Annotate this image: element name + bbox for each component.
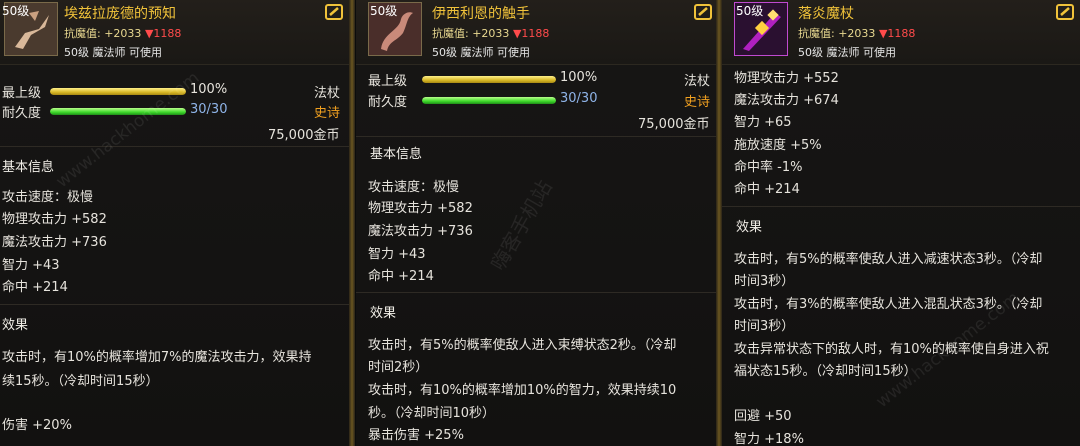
effect-title: 效果 [2,318,29,333]
effect-line: 时间2秒） [368,360,429,375]
stat-line: 物理攻击力 +582 [2,212,107,227]
divider [0,146,349,147]
item-tooltip-1: 50级 埃兹拉庞德的预知 抗魔值: +2033 ▼1188 50级 魔法师 可使… [0,0,349,446]
stat-line: 攻击速度：极慢 [2,190,94,205]
item-tooltip-3: 50级 落炎魔杖 抗魔值: +2033 ▼1188 50级 魔法师 可使用 物理… [722,0,1080,446]
rarity: 史诗 [684,95,711,110]
effect-line: 攻击时，有5%的概率使敌人进入束缚状态2秒。（冷却 [368,338,677,353]
grade-label: 最上级 [368,74,408,89]
grade-bar [422,76,556,83]
compare-icon[interactable] [1056,4,1074,20]
durability-bar [422,97,556,104]
price: 75,000金币 [268,128,340,143]
requirement: 50级 魔法师 可使用 [798,46,896,59]
stat-line: 魔法攻击力 +736 [2,235,107,250]
durability-bar [50,108,186,115]
durability-label: 耐久度 [368,95,408,110]
effect-line: 时间3秒） [734,274,795,289]
effect-line: 攻击异常状态下的敌人时，有10%的概率使自身进入祝 [734,342,1049,357]
item-level-badge: 50级 [370,4,398,18]
grade-bar-fill [422,76,556,83]
divider [356,292,718,293]
effect-line: 秒。（冷却时间10秒） [368,406,496,421]
effect-line: 攻击时，有10%的概率增加10%的智力，效果持续10 [368,383,677,398]
item-tooltip-2: 50级 伊西利恩的触手 抗魔值: +2033 ▼1188 50级 魔法师 可使用… [356,0,718,446]
magic-resist: 抗魔值: +2033 ▼1188 [432,27,550,40]
stat-line: 命中率 -1% [734,160,803,175]
tooltip-header: 50级 埃兹拉庞德的预知 抗魔值: +2033 ▼1188 50级 魔法师 可使… [0,0,349,65]
stat-line: 物理攻击力 +552 [734,71,839,86]
stat-line: 物理攻击力 +582 [368,201,473,216]
compare-icon[interactable] [325,4,343,20]
stat-line: 命中 +214 [734,182,800,197]
resist-diff: ▼1188 [878,27,916,40]
item-level-badge: 50级 [736,4,764,18]
basic-info-title: 基本信息 [370,147,423,162]
rarity: 史诗 [314,106,341,121]
stat-line: 智力 +65 [734,115,792,130]
stat-line: 施放速度 +5% [734,138,822,153]
item-name: 埃兹拉庞德的预知 [64,6,176,22]
effect-line: 攻击时，有5%的概率使敌人进入减速状态3秒。（冷却 [734,252,1043,267]
stat-line: 智力 +43 [2,258,60,273]
effect-line: 攻击时，有10%的概率增加7%的魔法攻击力，效果持 [2,350,312,365]
grade-label: 最上级 [2,86,42,101]
requirement: 50级 魔法师 可使用 [64,46,162,59]
divider [722,206,1080,207]
item-type: 法杖 [314,86,341,101]
grade-percent: 100% [190,82,228,97]
stat-line: 命中 +214 [368,269,434,284]
stat-line: 魔法攻击力 +736 [368,224,473,239]
compare-icon[interactable] [694,4,712,20]
effect-title: 效果 [736,220,763,235]
durability-value: 30/30 [560,91,598,106]
requirement: 50级 魔法师 可使用 [432,46,530,59]
effect-line: 时间3秒） [734,319,795,334]
price: 75,000金币 [638,117,710,132]
stat-line: 攻击速度：极慢 [368,180,460,195]
grade-bar [50,88,186,95]
divider [0,304,349,305]
durability-label: 耐久度 [2,106,42,121]
grade-percent: 100% [560,70,598,85]
magic-resist: 抗魔值: +2033 ▼1188 [798,27,916,40]
tooltip-header: 50级 落炎魔杖 抗魔值: +2033 ▼1188 50级 魔法师 可使用 [722,0,1080,65]
resist-diff: ▼1188 [512,27,550,40]
durability-bar-fill [50,108,186,115]
bonus-line: 伤害 +20% [2,418,72,433]
stat-line: 命中 +214 [2,280,68,295]
bonus-line: 暴击伤害 +25% [368,428,464,443]
effect-line: 攻击时，有3%的概率使敌人进入混乱状态3秒。（冷却 [734,297,1043,312]
tooltip-header: 50级 伊西利恩的触手 抗魔值: +2033 ▼1188 50级 魔法师 可使用 [356,0,718,65]
stat-line: 智力 +43 [368,247,426,262]
item-name: 伊西利恩的触手 [432,6,530,22]
item-name: 落炎魔杖 [798,6,854,22]
resist-diff: ▼1188 [144,27,182,40]
item-type: 法杖 [684,74,711,89]
item-level-badge: 50级 [2,4,30,18]
effect-title: 效果 [370,306,397,321]
durability-value: 30/30 [190,102,228,117]
magic-resist: 抗魔值: +2033 ▼1188 [64,27,182,40]
effect-line: 福状态15秒。（冷却时间15秒） [734,364,917,379]
panel-separator [349,0,355,446]
basic-info-title: 基本信息 [2,160,55,175]
bonus-line: 智力 +18% [734,432,804,446]
bonus-line: 回避 +50 [734,409,792,424]
effect-line: 续15秒。（冷却时间15秒） [2,374,159,389]
stat-line: 魔法攻击力 +674 [734,93,839,108]
durability-bar-fill [422,97,556,104]
divider [356,136,718,137]
grade-bar-fill [50,88,186,95]
